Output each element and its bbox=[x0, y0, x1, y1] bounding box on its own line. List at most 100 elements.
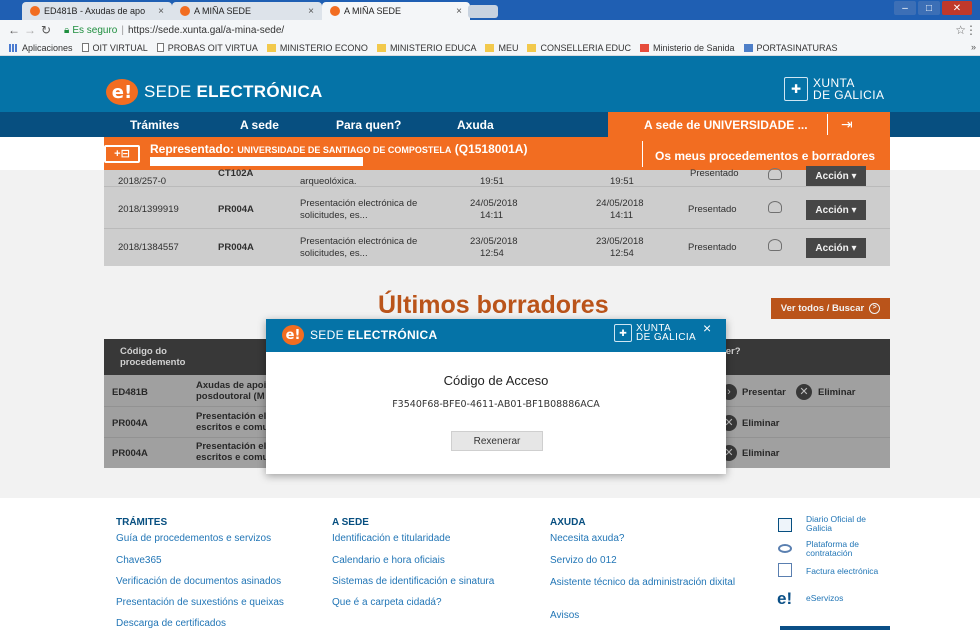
tab-close-icon[interactable]: × bbox=[308, 6, 314, 17]
footer-link[interactable]: Avisos bbox=[550, 610, 579, 621]
diario-oficial-icon bbox=[778, 518, 792, 532]
modal-title: SEDE ELECTRÓNICA bbox=[310, 328, 437, 342]
site-title-bold: ELECTRÓNICA bbox=[196, 82, 323, 101]
bookmark-oit-virtual[interactable]: OIT VIRTUAL bbox=[81, 42, 148, 53]
browser-tab-a-mina-sede[interactable]: A MIÑA SEDE × bbox=[172, 2, 322, 20]
footer-right-link[interactable]: Factura electrónica bbox=[806, 567, 878, 576]
browser-menu-icon[interactable]: ⋮ bbox=[965, 23, 977, 37]
url-input[interactable]: https://sede.xunta.gal/a-mina-sede/ bbox=[128, 25, 284, 36]
xunta-line2: DE GALICIA bbox=[636, 332, 697, 343]
nav-a-sede[interactable]: A sede bbox=[240, 118, 279, 132]
access-code: F3540F68-BFE0-4611-AB01-BF1B08886ACA bbox=[392, 399, 600, 410]
address-bar: ← → ↻ 🔒︎ Es seguro | https://sede.xunta.… bbox=[0, 20, 980, 40]
web-icon bbox=[743, 43, 753, 52]
bookmarks-more-icon[interactable]: » bbox=[971, 42, 976, 52]
bookmark-label: MINISTERIO EDUCA bbox=[389, 42, 477, 53]
footer-link[interactable]: Necesita axuda? bbox=[550, 533, 625, 544]
tab-label: A MIÑA SEDE bbox=[344, 6, 402, 16]
modal-title-bold: ELECTRÓNICA bbox=[347, 328, 438, 342]
bookmark-portasinaturas[interactable]: PORTASINATURAS bbox=[743, 43, 838, 53]
browser-tab-ed481b[interactable]: ED481B - Axudas de apo × bbox=[22, 2, 172, 20]
representado-divider bbox=[642, 141, 643, 167]
nav-divider bbox=[827, 114, 828, 135]
window-minimize-icon[interactable]: – bbox=[894, 1, 916, 15]
sede-logo-icon: e! bbox=[282, 325, 304, 345]
bookmark-ministerio-sanida[interactable]: Ministerio de Sanida bbox=[639, 42, 735, 53]
browser-tab-active[interactable]: A MIÑA SEDE × bbox=[322, 2, 470, 20]
bookmark-label: Aplicaciones bbox=[22, 42, 73, 53]
tab-close-icon[interactable]: × bbox=[456, 6, 462, 17]
nav-tramites[interactable]: Trámites bbox=[130, 118, 179, 132]
my-procedures-link[interactable]: Os meus procedementos e borradores bbox=[655, 149, 875, 163]
bookmark-conselleria[interactable]: CONSELLERIA EDUC bbox=[527, 43, 631, 53]
xunta-emblem-icon: ✚ bbox=[614, 324, 632, 342]
footer-right-line1: eServizos bbox=[806, 593, 844, 603]
new-tab-button[interactable] bbox=[468, 5, 498, 18]
nav-para-quen[interactable]: Para quen? bbox=[336, 118, 401, 132]
footer-link[interactable]: Guía de procedementos e servizos bbox=[116, 533, 271, 544]
footer-link[interactable]: Asistente técnico da administración dixi… bbox=[550, 576, 750, 590]
footer-link[interactable]: Servizo do 012 bbox=[550, 555, 617, 566]
representado-redacted bbox=[150, 157, 363, 166]
forward-arrow-icon[interactable]: → bbox=[22, 23, 38, 37]
flag-icon bbox=[639, 43, 649, 52]
sede-favicon-icon bbox=[180, 6, 190, 16]
footer-heading-axuda: AXUDA bbox=[550, 517, 586, 528]
window-close-icon[interactable]: ✕ bbox=[942, 1, 972, 15]
reload-icon[interactable]: ↻ bbox=[38, 23, 54, 37]
tab-close-icon[interactable]: × bbox=[158, 6, 164, 17]
xunta-logo[interactable]: ✚ XUNTA DE GALICIA bbox=[784, 77, 884, 101]
footer-right-link[interactable]: eServizos bbox=[806, 594, 843, 603]
back-arrow-icon[interactable]: ← bbox=[6, 23, 22, 37]
folder-icon bbox=[266, 43, 276, 52]
bookmark-aplicaciones[interactable]: Aplicaciones bbox=[9, 43, 73, 53]
footer-link[interactable]: Calendario e hora oficiais bbox=[332, 555, 445, 566]
site-title[interactable]: SEDE ELECTRÓNICA bbox=[144, 82, 323, 102]
nav-university[interactable]: A sede de UNIVERSIDADE ... bbox=[644, 118, 808, 132]
tab-label: ED481B - Axudas de apo bbox=[44, 6, 146, 16]
page-icon bbox=[156, 43, 164, 52]
footer-link[interactable]: Sistemas de identificación e sinatura bbox=[332, 576, 494, 587]
xunta-text: XUNTA DE GALICIA bbox=[636, 324, 697, 343]
bookmark-label: MEU bbox=[498, 42, 519, 53]
footer-link[interactable]: Verificación de documentos asinados bbox=[116, 576, 281, 587]
bookmark-label: Ministerio de Sanida bbox=[652, 42, 735, 53]
folder-icon bbox=[485, 43, 495, 52]
sede-logo-icon[interactable]: e! bbox=[106, 79, 138, 105]
lock-icon: 🔒︎ bbox=[64, 24, 70, 36]
window-maximize-icon[interactable]: □ bbox=[918, 1, 940, 15]
sede-favicon-icon bbox=[30, 6, 40, 16]
bookmark-probas-oit[interactable]: PROBAS OIT VIRTUA bbox=[156, 43, 258, 53]
footer-link[interactable]: Identificación e titularidade bbox=[332, 533, 450, 544]
bookmark-label: OIT VIRTUAL bbox=[92, 42, 148, 53]
representado-label: Representado: bbox=[150, 142, 235, 156]
nav-axuda[interactable]: Axuda bbox=[457, 118, 494, 132]
apps-grid-icon bbox=[9, 43, 18, 52]
representado-text: Representado: UNIVERSIDADE DE SANTIAGO D… bbox=[150, 142, 527, 156]
eservizos-logo-icon: e! bbox=[777, 589, 793, 608]
modal-title-prefix: SEDE bbox=[310, 328, 348, 342]
bookmark-ministerio-econo[interactable]: MINISTERIO ECONO bbox=[266, 43, 368, 53]
browser-tab-bar: ED481B - Axudas de apo × A MIÑA SEDE × A… bbox=[0, 0, 980, 20]
footer-link[interactable]: Que é a carpeta cidadá? bbox=[332, 597, 442, 608]
sede-favicon-icon bbox=[330, 6, 340, 16]
footer-right-link[interactable]: Plataforma de contratación bbox=[806, 540, 859, 558]
footer-link[interactable]: Chave365 bbox=[116, 555, 162, 566]
regenerate-button[interactable]: Rexenerar bbox=[451, 431, 543, 451]
modal-close-icon[interactable]: × bbox=[703, 320, 711, 336]
modal-xunta-logo: ✚ XUNTA DE GALICIA bbox=[614, 324, 697, 343]
footer-link[interactable]: Descarga de certificados bbox=[116, 618, 226, 629]
bookmark-ministerio-educa[interactable]: MINISTERIO EDUCA bbox=[376, 42, 477, 53]
factura-electronica-icon bbox=[778, 563, 792, 577]
bookmark-meu[interactable]: MEU bbox=[485, 43, 518, 53]
xunta-emblem-icon: ✚ bbox=[784, 77, 808, 101]
access-code-modal: e! SEDE ELECTRÓNICA ✚ XUNTA DE GALICIA ×… bbox=[266, 319, 726, 474]
footer-link[interactable]: Presentación de suxestións e queixas bbox=[116, 597, 284, 608]
footer-heading-a-sede: A SEDE bbox=[332, 517, 369, 528]
logout-icon[interactable]: ⇥ bbox=[841, 116, 853, 133]
footer-right-line1: Factura electrónica bbox=[806, 566, 879, 576]
footer-right-link[interactable]: Diario Oficial de Galicia bbox=[806, 515, 866, 533]
url-separator: | bbox=[121, 24, 124, 36]
folder-icon bbox=[376, 43, 386, 52]
representado-entity: UNIVERSIDADE DE SANTIAGO DE COMPOSTELA bbox=[237, 145, 452, 155]
